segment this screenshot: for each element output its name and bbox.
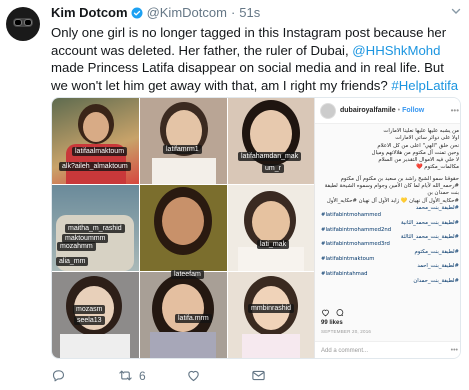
instagram-caption: من يشبه عليها عليها نعلينا الامارات اولا… (321, 128, 459, 285)
instagram-username[interactable]: dubairoyalfamile (340, 107, 396, 114)
avatar[interactable] (6, 7, 40, 41)
instagram-follow-button[interactable]: Follow (402, 107, 424, 114)
instagram-post-panel: dubairoyalfamile • Follow ••• من يشبه عل… (314, 98, 460, 358)
instagram-more-icon[interactable]: ••• (451, 106, 459, 115)
instagram-avatar[interactable] (320, 102, 336, 119)
caption-hashtag[interactable]: #لطيفة_بنت_مكتوم (321, 249, 459, 256)
photo-cell (52, 272, 139, 358)
instagram-date: SEPTEMBER 20, 2016 (321, 329, 372, 334)
instagram-header: dubairoyalfamile • Follow ••• (315, 98, 460, 124)
avatar-sunglasses-left (14, 19, 22, 26)
photo-cell (228, 185, 315, 271)
envelope-icon (252, 370, 265, 381)
like-button[interactable] (186, 368, 201, 383)
verified-badge-icon (131, 7, 143, 18)
photo-cell (140, 98, 227, 184)
retweet-icon (119, 370, 132, 381)
caption-line: اولا على دوائر ساتي الامارات (395, 135, 459, 142)
photo-tag[interactable]: latifa.mrm (175, 314, 212, 323)
tweet: Kim Dotcom @KimDotcom · 51s Only one gir… (0, 0, 469, 390)
caption-line: وحين تمنت آل مكتوم من هلالاتهم وميال (371, 149, 459, 156)
photo-tag[interactable]: lati_mak (257, 240, 290, 249)
author-handle[interactable]: @KimDotcom (147, 5, 227, 20)
photo-tag[interactable]: lateefam (171, 270, 204, 279)
photo-tag[interactable]: mmbinrashid (248, 304, 295, 313)
tweet-actions: 6 (51, 368, 351, 386)
instagram-comment-input[interactable]: Add a comment... ••• (315, 341, 460, 358)
reply-icon (52, 370, 65, 382)
caption-hashtag[interactable]: #لطيفة_بنت_حمدان (321, 278, 459, 285)
caption-hashtag[interactable]: #latifabintmaktoum (321, 256, 459, 263)
photo-grid: latifaalmaktoum alk?aileh_almaktoum lati… (52, 98, 315, 358)
tweet-header: Kim Dotcom @KimDotcom · 51s (51, 5, 260, 20)
photo-tag[interactable]: latifahamdan_mak (238, 152, 302, 161)
photo-cell (52, 98, 139, 184)
mention-link[interactable]: @HHShkMohd (352, 43, 440, 58)
author-name[interactable]: Kim Dotcom (51, 5, 128, 20)
caption-hashtag[interactable]: #latifabintmohammed2nd (321, 227, 459, 234)
photo-tag[interactable]: seela13 (74, 316, 105, 325)
photo-tag[interactable]: alk?aileh_almaktoum (59, 162, 131, 171)
caption-line: مكالمات_مكتوم ❤️ (416, 164, 459, 171)
instagram-heart-icon[interactable] (321, 308, 330, 317)
caption-hashtag[interactable]: #latifabintmohammed (321, 212, 459, 219)
photo-tag[interactable]: maitha_m_rashid (65, 224, 125, 233)
instagram-comment-more-icon[interactable]: ••• (451, 347, 458, 354)
photo-tag[interactable]: latifaalmaktoum (72, 147, 128, 156)
header-separator: · (230, 5, 236, 20)
caption-hashtag[interactable]: #لطيفة_بنت_محمد (321, 205, 459, 212)
caption-line: حقوقنا سمو الشيخ راشد بن سعيد بن مكتوم آ… (340, 175, 459, 182)
photo-cell (140, 185, 227, 271)
caption-line: من يشبه عليها عليها نعلينا الامارات (383, 128, 459, 134)
caption-hashtag[interactable]: #لطيفة_بنت_احمد (321, 263, 459, 270)
caption-line: #رحمه_الله لأيام لما كان الأمين وجوام وس… (324, 183, 459, 197)
photo-tag[interactable]: alia_mm (56, 257, 89, 266)
reply-button[interactable] (51, 368, 66, 383)
embedded-screenshot[interactable]: latifaalmaktoum alk?aileh_almaktoum lati… (51, 97, 461, 359)
photo-cell (228, 272, 315, 358)
caption-hashtag[interactable]: #latifabintahmad (321, 271, 459, 278)
instagram-comment-placeholder: Add a comment... (321, 348, 369, 354)
caption-line: نحن خلق "الهي" اعلى من كل الاعلام (377, 142, 459, 149)
caption-hashtag[interactable]: #لطيفة_بنت_محمد_الثالثة (321, 234, 459, 241)
direct-message-button[interactable] (251, 368, 266, 383)
tweet-text-part2: made Princess Latifa disappear on social… (51, 60, 444, 93)
caption-hashtag[interactable]: #latifabintmohammed3rd (321, 241, 459, 248)
photo-tag[interactable]: latifamrm1 (163, 145, 202, 154)
instagram-separator: • (397, 107, 401, 114)
retweet-count: 6 (139, 368, 146, 383)
caption-hashtag[interactable]: #لطيفة_بنت_محمد_الثانية (321, 220, 459, 227)
instagram-actions (321, 308, 344, 317)
instagram-likes[interactable]: 99 likes (321, 320, 343, 326)
photo-tag[interactable]: um_r (262, 164, 284, 173)
avatar-sunglasses-right (24, 19, 32, 26)
photo-tag[interactable]: mozahmm (57, 242, 96, 251)
retweet-button[interactable]: 6 (118, 368, 146, 383)
photo-tag[interactable]: mozasm (73, 305, 106, 314)
caption-line: #حكايه_الأول آل نهيان 💛 زايد الأول آل نه… (326, 197, 459, 204)
instagram-comment-icon[interactable] (335, 308, 344, 317)
hashtag-link[interactable]: #HelpLatifa (391, 78, 458, 93)
heart-icon (188, 370, 199, 382)
tweet-text: Only one girl is no longer tagged in thi… (51, 24, 463, 94)
chevron-down-icon[interactable] (451, 6, 461, 16)
tweet-timestamp[interactable]: 51s (239, 5, 260, 20)
